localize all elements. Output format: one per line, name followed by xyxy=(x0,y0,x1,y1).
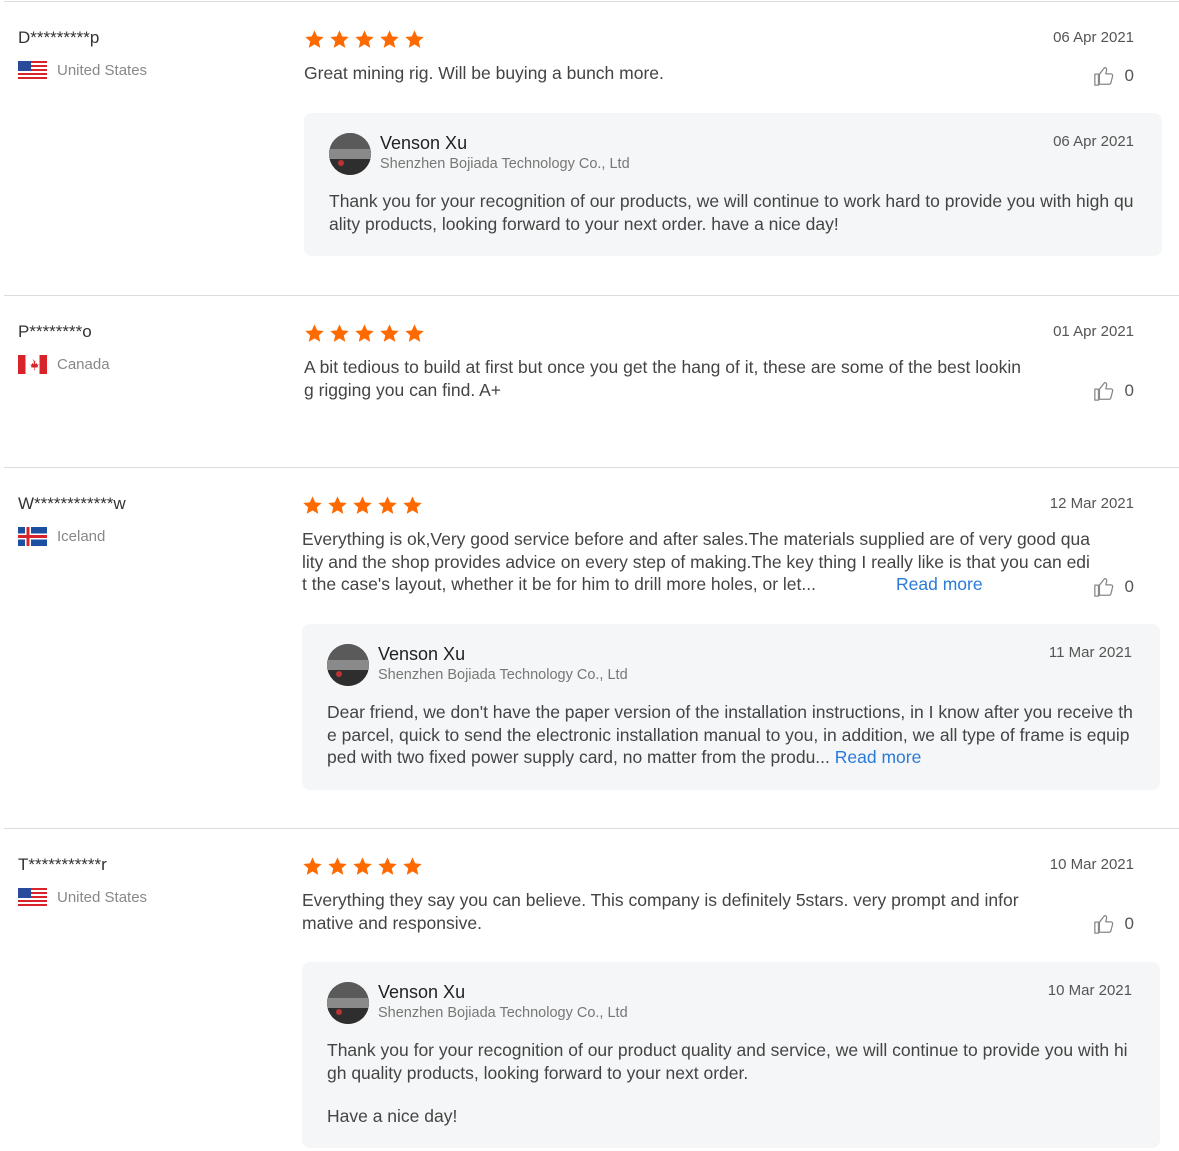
seller-name: Venson Xu xyxy=(378,644,466,664)
star-icon xyxy=(380,324,399,342)
like-count: 0 xyxy=(1124,66,1134,85)
star-rating xyxy=(304,29,425,50)
like-count: 0 xyxy=(1124,914,1134,933)
reply-date: 11 Mar 2021 xyxy=(1048,644,1132,661)
review-text: Great mining rig. Will be buying a bunch… xyxy=(304,63,664,83)
seller-name: Venson Xu xyxy=(380,133,468,153)
seller-avatar xyxy=(327,982,369,1024)
star-icon xyxy=(330,324,349,342)
star-icon xyxy=(355,30,374,48)
reviewer-name: D*********p xyxy=(18,28,100,47)
thumbs-up-icon[interactable] xyxy=(1093,913,1115,935)
read-more-link[interactable]: Read more xyxy=(835,747,922,767)
seller-reply: Venson Xu Shenzhen Bojiada Technology Co… xyxy=(302,962,1160,1148)
star-icon xyxy=(380,30,399,48)
star-rating xyxy=(304,323,425,344)
review-date: 01 Apr 2021 xyxy=(1053,323,1134,340)
reviewer-country: Canada xyxy=(18,355,288,374)
reviewer-country: Iceland xyxy=(18,527,288,546)
star-icon xyxy=(378,496,397,514)
seller-company: Shenzhen Bojiada Technology Co., Ltd xyxy=(378,667,628,683)
reply-text-body: Dear friend, we don't have the paper ver… xyxy=(327,702,1133,767)
review-content: 12 Mar 2021 Everything is ok,Very good s… xyxy=(302,468,1172,828)
like-button[interactable]: 0 xyxy=(1093,913,1134,935)
reviewer-info: T***********r United States xyxy=(18,855,288,907)
country-name: Iceland xyxy=(57,528,106,545)
star-rating xyxy=(302,495,423,516)
like-button[interactable]: 0 xyxy=(1093,576,1134,598)
reviewer-name: T***********r xyxy=(18,855,107,874)
star-icon xyxy=(378,857,397,875)
reviewer-info: D*********p United States xyxy=(18,28,288,80)
seller-name: Venson Xu xyxy=(378,982,466,1002)
thumbs-up-icon[interactable] xyxy=(1093,576,1115,598)
reply-text: Dear friend, we don't have the paper ver… xyxy=(327,701,1133,769)
canada-flag-icon xyxy=(18,355,47,374)
review-text: A bit tedious to build at first but once… xyxy=(304,357,1021,400)
country-name: United States xyxy=(57,889,148,906)
star-icon xyxy=(353,496,372,514)
us-flag-icon xyxy=(18,61,47,80)
seller-avatar xyxy=(329,133,371,175)
reviews-page: { "reviews": [ { "name": "D*********p", … xyxy=(0,0,1179,1150)
star-icon xyxy=(403,496,422,514)
like-count: 0 xyxy=(1124,381,1134,400)
star-icon xyxy=(403,857,422,875)
reply-closing-text: Have a nice day! xyxy=(327,1106,458,1126)
review-item: T***********r United States 10 Mar 2021 … xyxy=(4,828,1179,1151)
review-text: Everything they say you can believe. Thi… xyxy=(302,890,1019,933)
star-icon xyxy=(355,324,374,342)
star-icon xyxy=(305,30,324,48)
star-rating xyxy=(302,856,423,877)
review-item: W************w Iceland 12 Mar 2021 Every… xyxy=(4,467,1179,828)
review-content: 06 Apr 2021 Great mining rig. Will be bu… xyxy=(304,2,1174,295)
country-name: Canada xyxy=(57,356,110,373)
like-button[interactable]: 0 xyxy=(1093,380,1134,402)
review-date: 06 Apr 2021 xyxy=(1053,29,1134,46)
review-text: Everything is ok,Very good service befor… xyxy=(302,528,1092,596)
seller-company: Shenzhen Bojiada Technology Co., Ltd xyxy=(380,156,630,172)
country-name: United States xyxy=(57,62,148,79)
review-content: 01 Apr 2021 A bit tedious to build at fi… xyxy=(304,296,1174,467)
star-icon xyxy=(405,30,424,48)
star-icon xyxy=(328,857,347,875)
star-icon xyxy=(405,324,424,342)
thumbs-up-icon[interactable] xyxy=(1093,380,1115,402)
iceland-flag-icon xyxy=(18,527,47,546)
star-icon xyxy=(353,857,372,875)
review-date: 12 Mar 2021 xyxy=(1049,495,1134,512)
seller-avatar xyxy=(327,644,369,686)
read-more-link[interactable]: Read more xyxy=(896,574,983,594)
like-button[interactable]: 0 xyxy=(1093,65,1134,87)
star-icon xyxy=(303,857,322,875)
reviewer-name: P********o xyxy=(18,322,92,341)
seller-reply: Venson Xu Shenzhen Bojiada Technology Co… xyxy=(304,113,1162,256)
reviewer-country: United States xyxy=(18,61,288,80)
thumbs-up-icon[interactable] xyxy=(1093,65,1115,87)
review-item: D*********p United States 06 Apr 2021 Gr… xyxy=(4,1,1179,295)
star-icon xyxy=(305,324,324,342)
reviewer-name: W************w xyxy=(18,494,126,513)
like-count: 0 xyxy=(1124,577,1134,596)
seller-company: Shenzhen Bojiada Technology Co., Ltd xyxy=(378,1005,628,1021)
reviewer-info: W************w Iceland xyxy=(18,494,288,546)
seller-reply: Venson Xu Shenzhen Bojiada Technology Co… xyxy=(302,624,1160,790)
star-icon xyxy=(328,496,347,514)
star-icon xyxy=(330,30,349,48)
star-icon xyxy=(303,496,322,514)
review-date: 10 Mar 2021 xyxy=(1049,856,1134,873)
reply-date: 10 Mar 2021 xyxy=(1047,982,1132,999)
reviewer-info: P********o Canada xyxy=(18,322,288,374)
reply-text: Thank you for your recognition of our pr… xyxy=(327,1040,1128,1083)
review-item: P********o Canada 01 Apr 2021 A bit tedi… xyxy=(4,295,1179,467)
us-flag-icon xyxy=(18,888,47,907)
reply-date: 06 Apr 2021 xyxy=(1053,133,1134,150)
reply-text: Thank you for your recognition of our pr… xyxy=(329,191,1134,234)
review-content: 10 Mar 2021 Everything they say you can … xyxy=(302,829,1172,1151)
reviewer-country: United States xyxy=(18,888,288,907)
